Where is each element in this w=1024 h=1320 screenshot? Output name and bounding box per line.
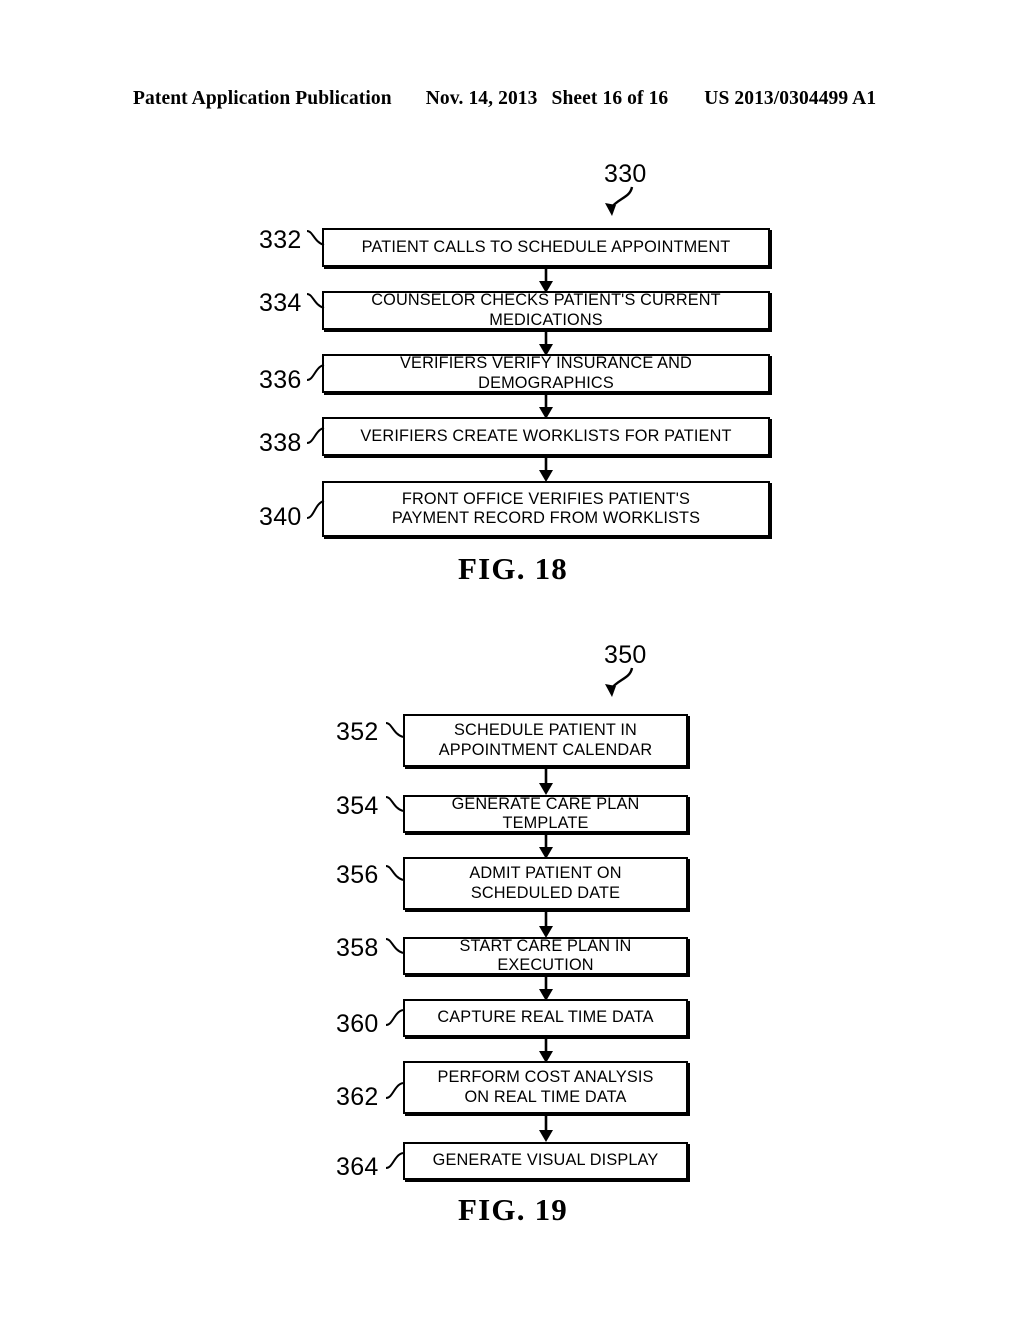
connector-336-338 bbox=[539, 392, 553, 419]
flow-step-358[interactable]: START CARE PLAN IN EXECUTION bbox=[403, 937, 688, 975]
header-sheet: Sheet 16 of 16 bbox=[551, 88, 669, 109]
flow-step-338[interactable]: VERIFIERS CREATE WORKLISTS FOR PATIENT bbox=[322, 417, 770, 456]
flow-step-332[interactable]: PATIENT CALLS TO SCHEDULE APPOINTMENT bbox=[322, 228, 770, 267]
ref-num-354: 354 bbox=[336, 792, 379, 820]
lead-line-358 bbox=[385, 938, 404, 954]
connector-334-336 bbox=[539, 329, 553, 356]
connector-338-340 bbox=[539, 455, 553, 482]
header-patent-number: US 2013/0304499 A1 bbox=[704, 88, 877, 109]
flow-step-340-label: FRONT OFFICE VERIFIES PATIENT'S PAYMENT … bbox=[391, 489, 701, 527]
flow-step-334[interactable]: COUNSELOR CHECKS PATIENT'S CURRENT MEDIC… bbox=[322, 291, 770, 330]
lead-line-364 bbox=[385, 1152, 404, 1169]
ref-num-364: 364 bbox=[336, 1153, 379, 1181]
flow-step-362[interactable]: PERFORM COST ANALYSIS ON REAL TIME DATA bbox=[403, 1061, 688, 1114]
flow-step-356-label: ADMIT PATIENT ON SCHEDULED DATE bbox=[469, 864, 622, 902]
flow-step-352[interactable]: SCHEDULE PATIENT IN APPOINTMENT CALENDAR bbox=[403, 714, 688, 767]
ref-num-334: 334 bbox=[259, 289, 302, 317]
connector-352-354 bbox=[539, 766, 553, 795]
lead-line-334 bbox=[306, 293, 325, 309]
ref-num-352: 352 bbox=[336, 718, 379, 746]
flow-step-362-label: PERFORM COST ANALYSIS ON REAL TIME DATA bbox=[437, 1068, 654, 1106]
flow-step-336[interactable]: VERIFIERS VERIFY INSURANCE AND DEMOGRAPH… bbox=[322, 354, 770, 393]
lead-line-356 bbox=[385, 865, 404, 881]
lead-line-338 bbox=[306, 427, 325, 444]
ref-num-356: 356 bbox=[336, 861, 379, 889]
figure-19-caption: FIG. 19 bbox=[457, 1192, 568, 1227]
connector-362-364 bbox=[539, 1113, 553, 1142]
flow-step-336-label: VERIFIERS VERIFY INSURANCE AND DEMOGRAPH… bbox=[400, 354, 692, 392]
diagram-ref-350-arrow bbox=[605, 667, 634, 697]
lead-line-340 bbox=[306, 500, 325, 519]
ref-num-362: 362 bbox=[336, 1083, 379, 1111]
connector-360-362 bbox=[539, 1036, 553, 1063]
lead-line-360 bbox=[385, 1009, 404, 1026]
flow-step-360[interactable]: CAPTURE REAL TIME DATA bbox=[403, 999, 688, 1037]
flow-step-354[interactable]: GENERATE CARE PLAN TEMPLATE bbox=[403, 795, 688, 833]
header-date: Nov. 14, 2013 bbox=[425, 88, 538, 109]
ref-num-340: 340 bbox=[259, 503, 302, 531]
connector-358-360 bbox=[539, 974, 553, 1001]
ref-num-332: 332 bbox=[259, 226, 302, 254]
header-publication: Patent Application Publication bbox=[133, 88, 392, 109]
ref-num-360: 360 bbox=[336, 1010, 379, 1038]
flow-step-332-label: PATIENT CALLS TO SCHEDULE APPOINTMENT bbox=[361, 237, 731, 256]
lead-line-332 bbox=[306, 230, 325, 246]
connector-332-334 bbox=[539, 266, 553, 293]
diagram-ref-330-arrow bbox=[605, 186, 634, 216]
flow-step-360-label: CAPTURE REAL TIME DATA bbox=[437, 1008, 654, 1027]
lead-line-352 bbox=[385, 722, 404, 738]
figure-18-caption: FIG. 18 bbox=[457, 551, 568, 586]
flow-step-352-label: SCHEDULE PATIENT IN APPOINTMENT CALENDAR bbox=[438, 721, 653, 759]
flow-step-338-label: VERIFIERS CREATE WORKLISTS FOR PATIENT bbox=[360, 426, 732, 445]
flow-step-364-label: GENERATE VISUAL DISPLAY bbox=[432, 1151, 659, 1170]
flow-step-354-label: GENERATE CARE PLAN TEMPLATE bbox=[451, 794, 640, 832]
lead-line-362 bbox=[385, 1082, 404, 1099]
lead-line-354 bbox=[385, 796, 404, 812]
connector-356-358 bbox=[539, 909, 553, 938]
flow-step-356[interactable]: ADMIT PATIENT ON SCHEDULED DATE bbox=[403, 857, 688, 910]
flow-step-334-label: COUNSELOR CHECKS PATIENT'S CURRENT MEDIC… bbox=[371, 291, 721, 329]
ref-num-338: 338 bbox=[259, 429, 302, 457]
ref-num-336: 336 bbox=[259, 366, 302, 394]
flow-step-364[interactable]: GENERATE VISUAL DISPLAY bbox=[403, 1142, 688, 1180]
flow-step-340[interactable]: FRONT OFFICE VERIFIES PATIENT'S PAYMENT … bbox=[322, 481, 770, 537]
lead-line-336 bbox=[306, 364, 325, 381]
flow-step-358-label: START CARE PLAN IN EXECUTION bbox=[459, 936, 632, 974]
page-header: Patent Application Publication Nov. 14, … bbox=[133, 88, 893, 110]
patent-drawing-page: Patent Application Publication Nov. 14, … bbox=[0, 0, 1024, 1320]
connector-354-356 bbox=[539, 832, 553, 859]
ref-num-358: 358 bbox=[336, 934, 379, 962]
